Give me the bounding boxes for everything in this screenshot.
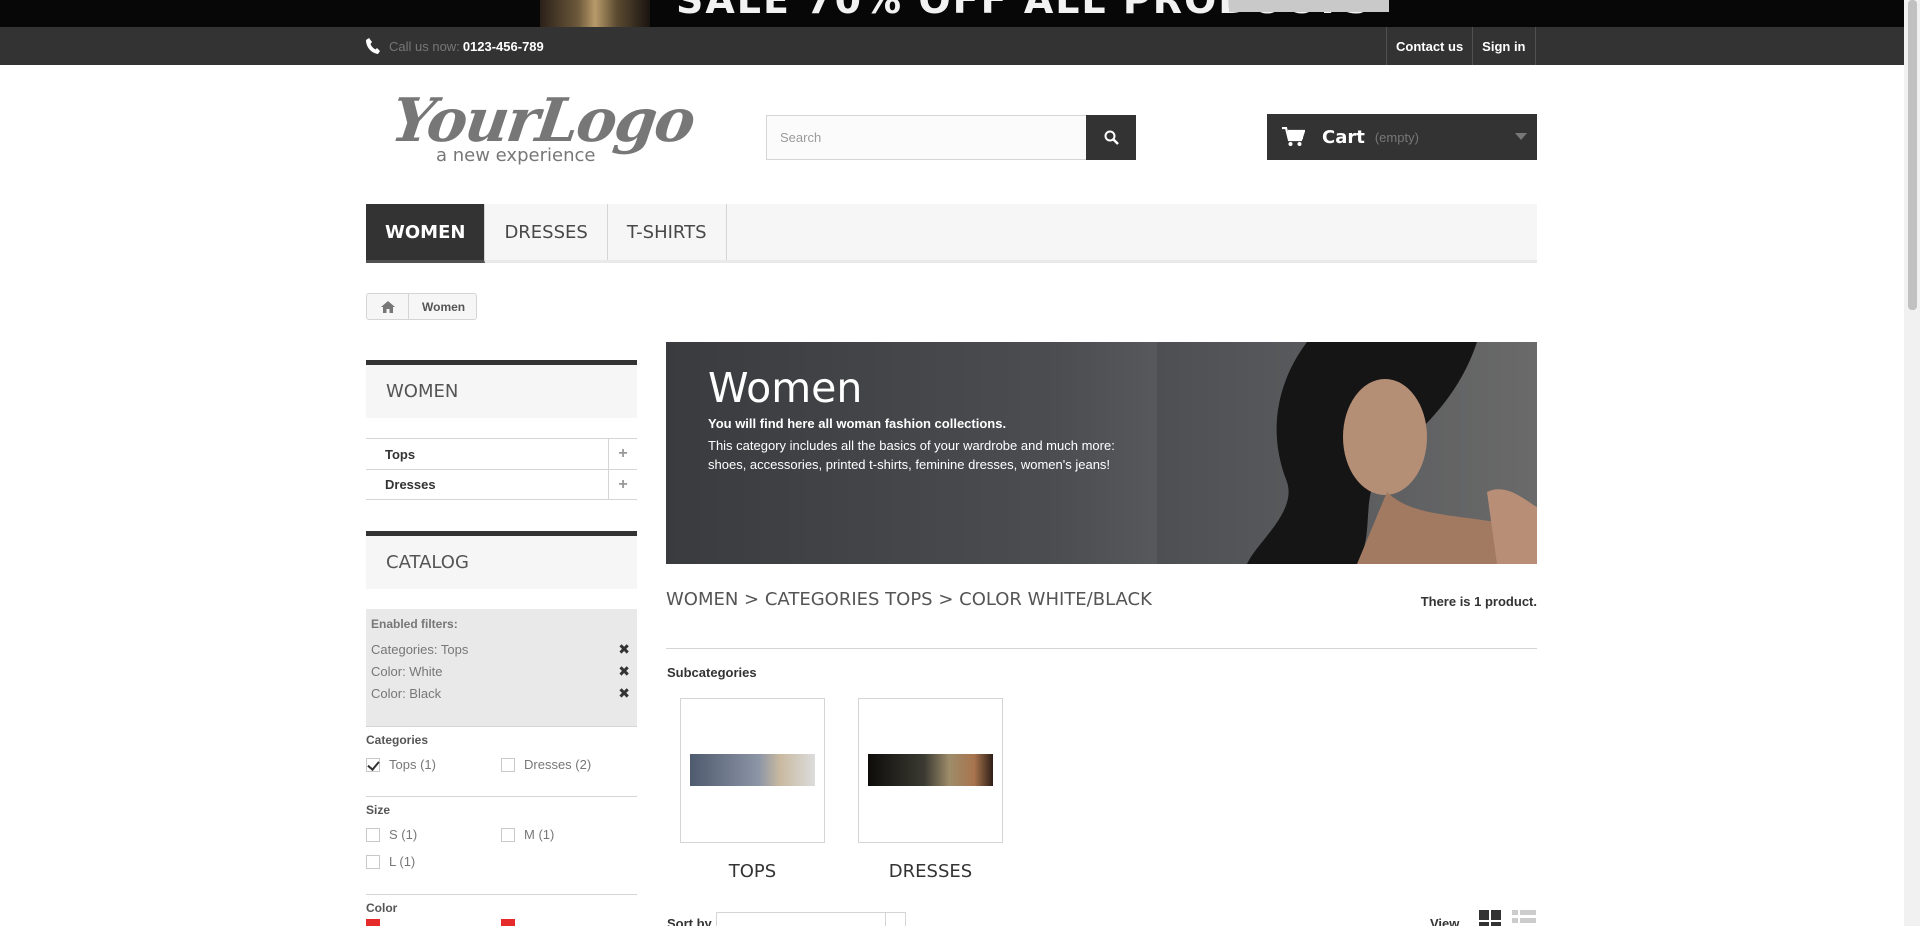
breadcrumb-home[interactable] (367, 294, 409, 319)
menu-item-women[interactable]: WOMEN (366, 204, 486, 263)
enabled-filter-item: Color: White ✖ (371, 660, 632, 682)
category-item-tops[interactable]: Tops + (366, 438, 637, 470)
filter-group-title: Size (366, 803, 391, 817)
checkbox-checked[interactable] (366, 757, 380, 772)
sort-select[interactable] (716, 912, 906, 926)
expand-plus-icon[interactable]: + (608, 469, 637, 500)
checkbox[interactable] (501, 827, 515, 842)
category-label: Dresses (385, 477, 436, 492)
category-lead: You will find here all woman fashion col… (708, 416, 1007, 431)
sort-label: Sort by (667, 916, 712, 926)
subcategory-name[interactable]: TOPS (680, 861, 825, 882)
grid-view-icon[interactable] (1479, 910, 1501, 926)
cart-label: Cart (1322, 126, 1365, 148)
main-menu: WOMEN DRESSES T-SHIRTS (366, 204, 1537, 263)
store-logo[interactable]: YourLogo a new experience (387, 86, 698, 170)
category-item-dresses[interactable]: Dresses + (366, 469, 637, 500)
filter-group-color: Color (366, 901, 637, 926)
filter-option-label: Tops (1) (389, 757, 436, 772)
filter-option-dresses[interactable]: Dresses (2) (501, 751, 636, 778)
filter-option-size-l[interactable]: L (1) (366, 848, 501, 875)
breadcrumb-current: Women (422, 299, 466, 314)
women-block-title[interactable]: WOMEN (366, 360, 637, 418)
promo-model-image (540, 0, 650, 27)
subcategory-image-frame[interactable] (858, 698, 1003, 843)
filter-option-label: S (1) (389, 827, 418, 842)
cart-button[interactable]: Cart (empty) (1267, 114, 1537, 160)
filter-group-categories: Categories Tops (1) Dresses (2) (366, 733, 637, 797)
subcategory-tops[interactable]: TOPS (680, 698, 825, 882)
color-swatch[interactable] (366, 919, 380, 926)
sign-in-link[interactable]: Sign in (1472, 27, 1536, 65)
filter-group-size: Size S (1) M (1) L (1) (366, 803, 637, 895)
scrollbar-thumb[interactable] (1908, 0, 1917, 310)
subcategories-label: Subcategories (667, 665, 757, 680)
enabled-filter-label: Color: White (371, 663, 443, 679)
call-label: Call us now: (389, 38, 460, 54)
filter-option-size-s[interactable]: S (1) (366, 821, 501, 848)
filter-group-title: Categories (366, 733, 429, 747)
color-swatch[interactable] (501, 919, 515, 926)
contact-us-link[interactable]: Contact us (1386, 27, 1472, 65)
enabled-filters: Enabled filters: Categories: Tops ✖ Color… (366, 609, 637, 727)
cart-status: (empty) (1374, 129, 1419, 145)
chevron-down-icon (885, 913, 905, 926)
search-input[interactable] (766, 115, 1086, 160)
subcategory-image (690, 754, 815, 786)
subcategory-image-frame[interactable] (680, 698, 825, 843)
breadcrumb: Women (366, 293, 478, 320)
phone-number: 0123-456-789 (462, 38, 544, 54)
filter-option-label: Dresses (2) (524, 757, 592, 772)
checkbox[interactable] (366, 827, 380, 842)
shopping-cart-icon (1282, 127, 1305, 146)
enabled-filter-label: Color: Black (371, 685, 442, 701)
category-title: Women (708, 364, 863, 412)
checkbox[interactable] (501, 757, 515, 772)
category-description: This category includes all the basics of… (708, 438, 1115, 472)
category-tree: Tops + Dresses + (366, 438, 637, 500)
subcategory-image (868, 754, 993, 786)
phone-icon (366, 38, 380, 54)
sort-toolbar: Sort by View (666, 910, 1537, 926)
listing-heading: WOMEN > CATEGORIES TOPS > COLOR WHITE/BL… (666, 589, 1537, 649)
expand-plus-icon[interactable]: + (608, 438, 637, 470)
filter-option-label: L (1) (389, 854, 416, 869)
catalog-block-title: CATALOG (366, 531, 637, 589)
view-label: View (1430, 916, 1460, 926)
filter-option-tops[interactable]: Tops (1) (366, 751, 501, 778)
menu-item-t-shirts[interactable]: T-SHIRTS (608, 204, 727, 260)
category-model-image (1157, 342, 1537, 564)
enabled-filter-item: Categories: Tops ✖ (371, 638, 632, 660)
subcategory-name[interactable]: DRESSES (858, 861, 1003, 882)
call-us: Call us now: 0123-456-789 (366, 27, 544, 65)
top-nav-bar: Call us now: 0123-456-789 Contact us Sig… (0, 27, 1904, 65)
filter-option-label: M (1) (524, 827, 555, 842)
promo-shop-button[interactable] (1229, 0, 1389, 12)
search-button[interactable] (1086, 115, 1136, 160)
search-form (766, 115, 1136, 160)
remove-filter-close-icon[interactable]: ✖ (618, 685, 632, 702)
remove-filter-close-icon[interactable]: ✖ (618, 663, 632, 680)
promo-banner[interactable]: SALE 70% OFF ALL PRODUCTS (0, 0, 1920, 27)
enabled-filter-item: Color: Black ✖ (371, 682, 632, 704)
menu-item-dresses[interactable]: DRESSES (485, 204, 608, 260)
chevron-down-icon (1515, 133, 1527, 140)
enabled-filter-label: Categories: Tops (371, 641, 469, 657)
logo-tagline: a new experience (436, 145, 596, 166)
home-icon (380, 300, 395, 313)
filter-option-size-m[interactable]: M (1) (501, 821, 636, 848)
filter-group-title: Color (366, 901, 398, 915)
subcategory-dresses[interactable]: DRESSES (858, 698, 1003, 882)
checkbox[interactable] (366, 854, 380, 869)
remove-filter-close-icon[interactable]: ✖ (618, 641, 632, 658)
list-view-icon[interactable] (1512, 910, 1536, 926)
product-count: There is 1 product. (1420, 594, 1537, 609)
search-icon (1104, 130, 1119, 145)
page-scrollbar[interactable] (1904, 0, 1920, 926)
listing-title: WOMEN > CATEGORIES TOPS > COLOR WHITE/BL… (666, 589, 1152, 610)
category-banner: Women You will find here all woman fashi… (666, 342, 1537, 564)
category-label: Tops (385, 446, 416, 462)
enabled-filters-title: Enabled filters: (371, 617, 458, 631)
